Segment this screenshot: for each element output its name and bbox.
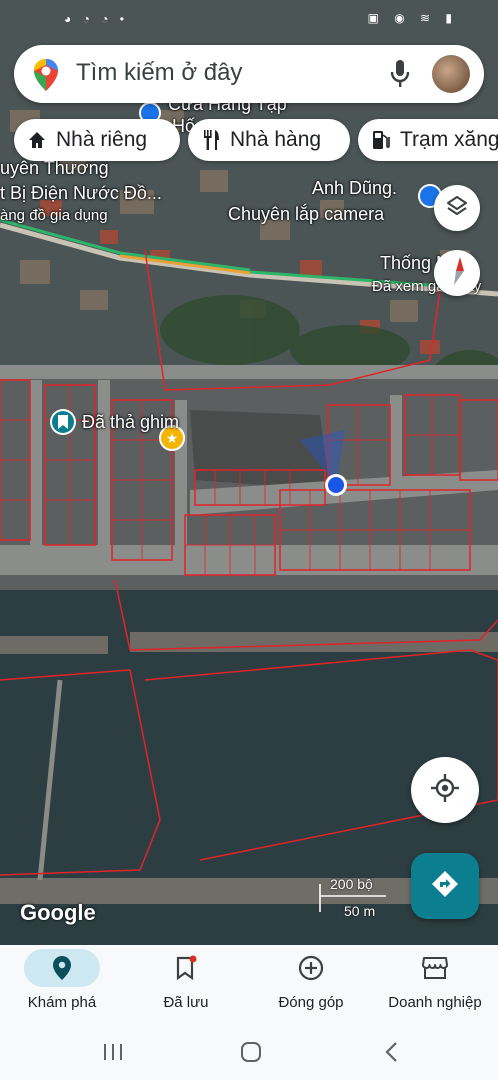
dropped-pin-label[interactable]: Đã thả ghim (82, 412, 179, 433)
status-bar: ◕ ◔ ◔ • ▣ ◉ ≋ ▮ (0, 0, 498, 40)
search-input[interactable]: Tìm kiếm ở đây (76, 59, 242, 87)
my-location-icon (430, 773, 460, 808)
chip-home[interactable]: Nhà riêng (14, 119, 180, 161)
explore-pin-icon (24, 949, 100, 987)
gas-station-icon (370, 130, 392, 150)
map-label-camera-name[interactable]: Anh Dũng. (312, 178, 397, 199)
add-circle-icon (273, 949, 349, 987)
map-label-store-2[interactable]: t Bị Điện Nước Đồ... (0, 183, 162, 204)
directions-icon (431, 870, 459, 903)
map-label-store-1[interactable]: uyên Thương (0, 158, 109, 179)
chip-restaurant[interactable]: Nhà hàng (188, 119, 350, 161)
system-nav-bar (0, 1025, 498, 1080)
scale-meters: 50 m (344, 903, 376, 919)
chip-gas-station[interactable]: Trạm xăng (358, 119, 498, 161)
nav-business-label: Doanh nghiệp (388, 994, 482, 1011)
compass-icon (444, 256, 470, 291)
home-button-icon[interactable] (240, 1041, 262, 1068)
nav-explore-label: Khám phá (27, 994, 97, 1011)
nav-contribute[interactable]: Đóng góp (249, 945, 373, 1025)
layers-icon (445, 194, 469, 223)
scale-feet: 200 bộ (330, 876, 373, 892)
nav-saved[interactable]: Đã lưu (124, 945, 248, 1025)
recent-apps-icon[interactable] (102, 1041, 124, 1068)
nav-contribute-label: Đóng góp (278, 994, 344, 1011)
chip-home-label: Nhà riêng (56, 128, 148, 151)
layers-button[interactable] (434, 185, 480, 231)
back-icon[interactable] (382, 1041, 402, 1068)
directions-button[interactable] (411, 853, 479, 919)
bookmark-icon (148, 949, 224, 987)
status-left-icons: ◕ ◔ ◔ • (64, 12, 128, 26)
map-label-camera-desc[interactable]: Chuyên lắp camera (228, 204, 384, 225)
nav-explore[interactable]: Khám phá (0, 945, 124, 1025)
nav-saved-label: Đã lưu (163, 994, 209, 1011)
restaurant-icon (200, 130, 222, 150)
google-logo: Google (20, 900, 96, 925)
svg-text:★: ★ (166, 431, 179, 447)
status-right-icons: ▣ ◉ ≋ ▮ (367, 11, 458, 25)
bottom-nav: Khám phá Đã lưu Đóng góp Doanh nghiệp (0, 945, 498, 1025)
chip-gas-station-label: Trạm xăng (400, 128, 498, 151)
storefront-icon (397, 949, 473, 987)
my-location-button[interactable] (411, 757, 479, 823)
avatar[interactable] (432, 55, 470, 93)
maps-pin-logo-icon (34, 59, 58, 96)
mic-icon[interactable] (390, 60, 410, 93)
map-label-store-3[interactable]: àng đồ gia dụng (0, 207, 108, 224)
home-icon (26, 131, 48, 149)
chip-restaurant-label: Nhà hàng (230, 128, 322, 151)
compass-button[interactable] (434, 250, 480, 296)
search-bar[interactable]: Tìm kiếm ở đây (14, 45, 484, 103)
nav-business[interactable]: Doanh nghiệp (373, 945, 497, 1025)
